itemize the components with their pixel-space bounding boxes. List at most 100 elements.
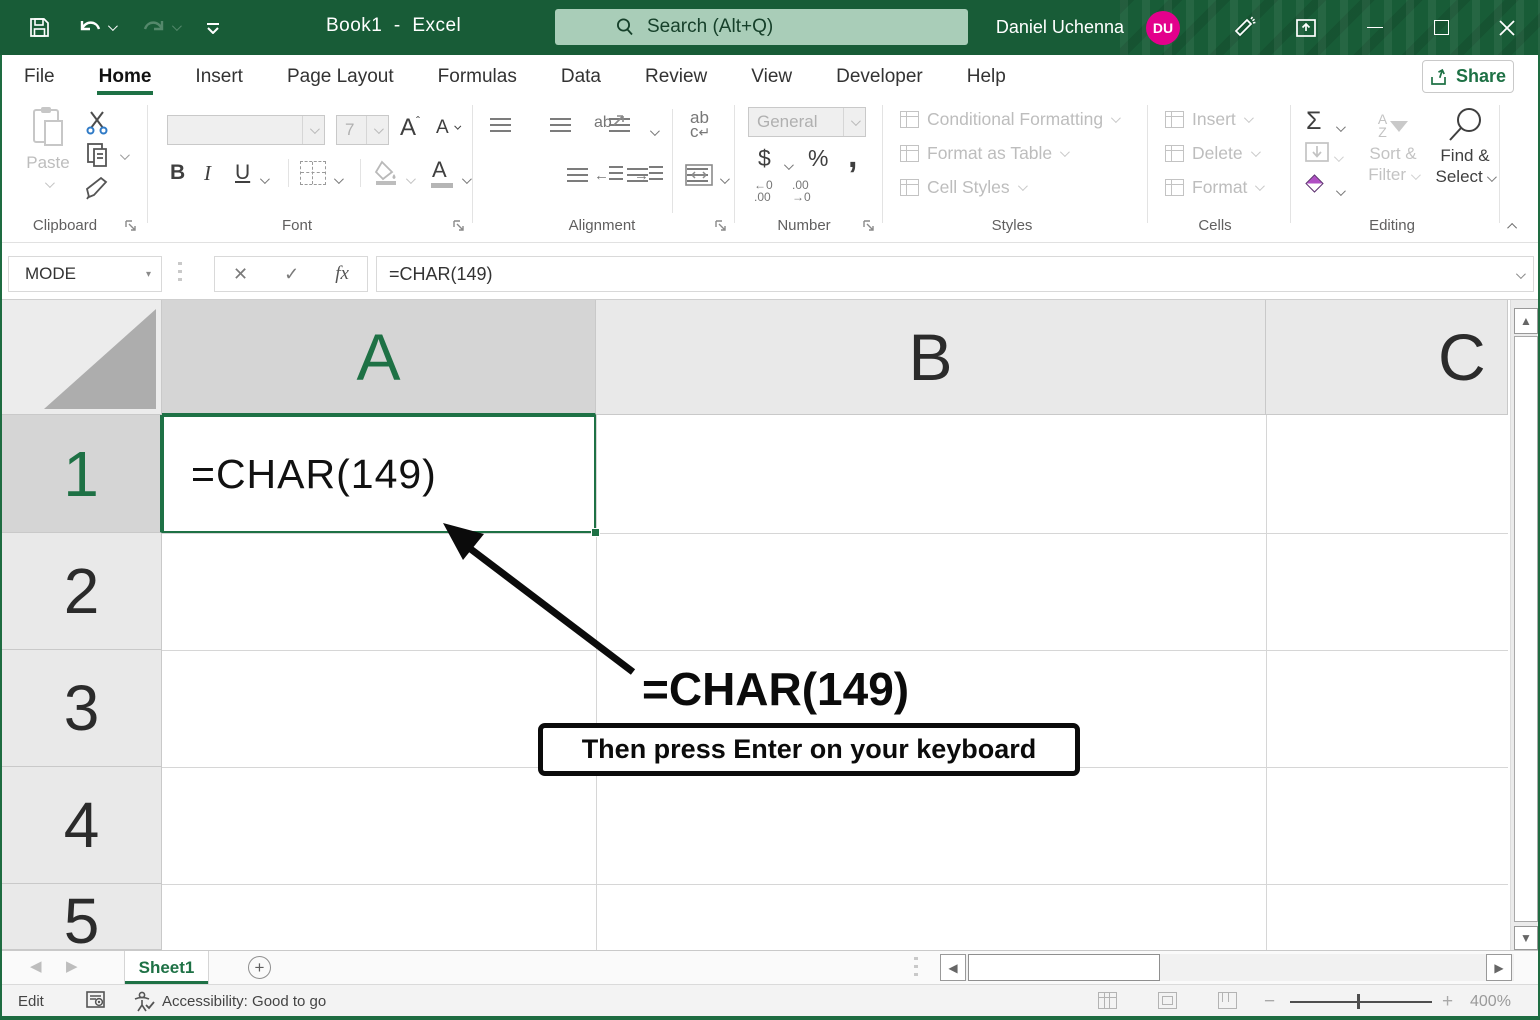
- column-header-c[interactable]: C: [1266, 300, 1508, 415]
- decrease-decimal-button[interactable]: .00→0: [792, 179, 811, 203]
- formula-bar-grip[interactable]: [178, 262, 182, 286]
- delete-cells-button[interactable]: Delete: [1165, 143, 1258, 164]
- font-color-dropdown-icon[interactable]: [462, 169, 469, 189]
- conditional-formatting-button[interactable]: Conditional Formatting: [900, 109, 1118, 130]
- font-name-input[interactable]: [167, 115, 325, 145]
- tab-scroll-grip[interactable]: [914, 957, 918, 977]
- minimize-button[interactable]: [1342, 0, 1408, 55]
- merge-center-dropdown-icon[interactable]: [720, 169, 727, 189]
- font-size-input[interactable]: 7: [336, 115, 389, 145]
- enter-formula-button[interactable]: ✓: [284, 264, 299, 285]
- row-header-4[interactable]: 4: [2, 767, 162, 884]
- normal-view-button[interactable]: [1098, 992, 1117, 1009]
- search-box[interactable]: Search (Alt+Q): [555, 9, 968, 45]
- number-dialog-launcher[interactable]: [862, 219, 875, 232]
- sheet-nav-left-icon[interactable]: ◀: [30, 957, 42, 975]
- sheet-tab-sheet1[interactable]: Sheet1: [124, 951, 209, 984]
- whats-new-button[interactable]: [1222, 0, 1266, 55]
- zoom-in-button[interactable]: +: [1442, 991, 1453, 1013]
- tab-formulas[interactable]: Formulas: [416, 57, 539, 95]
- undo-dropdown-icon[interactable]: [108, 21, 118, 31]
- grow-font-button[interactable]: Aˆ: [400, 114, 420, 142]
- avatar[interactable]: DU: [1146, 11, 1180, 45]
- close-button[interactable]: [1474, 0, 1540, 55]
- sort-filter-button[interactable]: AZ Sort & Filter: [1360, 109, 1426, 185]
- vertical-scrollbar[interactable]: ▲ ▼: [1510, 300, 1540, 950]
- align-left-button[interactable]: [567, 167, 588, 182]
- borders-button[interactable]: [300, 161, 326, 185]
- redo-button[interactable]: [141, 17, 179, 39]
- merge-center-button[interactable]: [684, 163, 714, 187]
- accessibility-status-text[interactable]: Accessibility: Good to go: [162, 993, 326, 1010]
- select-all-button[interactable]: [2, 300, 162, 415]
- font-size-dropdown-icon[interactable]: [366, 116, 388, 144]
- cancel-formula-button[interactable]: ✕: [233, 264, 248, 285]
- insert-cells-button[interactable]: Insert: [1165, 109, 1251, 130]
- active-cell-a1[interactable]: =CHAR(149): [162, 415, 596, 533]
- zoom-slider-track[interactable]: [1290, 1001, 1432, 1003]
- ribbon-display-options-button[interactable]: [1284, 0, 1328, 55]
- tab-view[interactable]: View: [729, 57, 814, 95]
- row-header-1[interactable]: 1: [2, 415, 162, 533]
- save-button[interactable]: [28, 16, 51, 39]
- name-box-dropdown-icon[interactable]: ▾: [146, 269, 151, 280]
- horizontal-scrollbar[interactable]: ◀: [940, 954, 1514, 981]
- share-button[interactable]: Share: [1422, 60, 1514, 93]
- format-as-table-button[interactable]: Format as Table: [900, 143, 1067, 164]
- user-name[interactable]: Daniel Uchenna: [996, 17, 1124, 38]
- copy-dropdown-icon[interactable]: [120, 145, 127, 165]
- wrap-text-button[interactable]: abc↵: [690, 111, 710, 139]
- align-top-button[interactable]: [490, 117, 511, 132]
- tab-data[interactable]: Data: [539, 57, 623, 95]
- decrease-indent-button[interactable]: ←: [594, 165, 623, 184]
- page-break-view-button[interactable]: [1218, 992, 1237, 1009]
- column-header-b[interactable]: B: [596, 300, 1266, 415]
- zoom-out-button[interactable]: −: [1264, 991, 1275, 1013]
- fill-handle[interactable]: [591, 528, 600, 537]
- format-painter-button[interactable]: [84, 175, 112, 201]
- align-middle-button[interactable]: [550, 117, 571, 132]
- increase-indent-button[interactable]: →: [634, 165, 663, 184]
- zoom-slider-thumb[interactable]: [1357, 994, 1360, 1009]
- fill-color-dropdown-icon[interactable]: [406, 169, 413, 189]
- collapse-ribbon-button[interactable]: [1510, 215, 1517, 235]
- autosum-button[interactable]: Σ: [1306, 107, 1321, 136]
- tab-file[interactable]: File: [2, 57, 77, 95]
- tab-review[interactable]: Review: [623, 57, 729, 95]
- number-format-dropdown-icon[interactable]: [843, 108, 865, 136]
- underline-dropdown-icon[interactable]: [260, 169, 267, 189]
- column-header-a[interactable]: A: [162, 300, 596, 415]
- number-format-select[interactable]: General: [748, 107, 866, 137]
- shrink-font-button[interactable]: A: [436, 117, 456, 139]
- formula-input[interactable]: =CHAR(149): [376, 256, 1534, 292]
- page-layout-view-button[interactable]: [1158, 992, 1177, 1009]
- comma-style-button[interactable]: ,: [848, 137, 857, 176]
- tab-help[interactable]: Help: [945, 57, 1028, 95]
- undo-button[interactable]: [77, 17, 115, 39]
- row-header-2[interactable]: 2: [2, 533, 162, 650]
- paste-dropdown-icon[interactable]: [44, 178, 54, 188]
- scroll-right-button[interactable]: ▶: [1486, 954, 1512, 981]
- insert-function-button[interactable]: fx: [335, 263, 349, 285]
- name-box[interactable]: MODE ▾: [8, 256, 162, 292]
- font-color-button[interactable]: A: [432, 157, 447, 183]
- horizontal-scroll-thumb[interactable]: [968, 954, 1160, 981]
- borders-dropdown-icon[interactable]: [334, 169, 341, 189]
- tab-developer[interactable]: Developer: [814, 57, 945, 95]
- scroll-down-button[interactable]: ▼: [1514, 926, 1538, 950]
- format-cells-button[interactable]: Format: [1165, 177, 1262, 198]
- autosum-dropdown-icon[interactable]: [1336, 117, 1343, 137]
- fill-color-button[interactable]: [372, 159, 400, 185]
- copy-button[interactable]: [84, 141, 112, 169]
- alignment-dialog-launcher[interactable]: [714, 219, 727, 232]
- increase-decimal-button[interactable]: ←0.00: [754, 179, 773, 203]
- find-select-button[interactable]: Find & Select: [1430, 105, 1500, 187]
- percent-style-button[interactable]: %: [808, 145, 828, 172]
- clipboard-dialog-launcher[interactable]: [124, 219, 137, 232]
- tab-home[interactable]: Home: [77, 57, 174, 95]
- tab-page-layout[interactable]: Page Layout: [265, 57, 416, 95]
- orientation-button[interactable]: ab: [594, 113, 626, 132]
- clear-button[interactable]: [1305, 174, 1323, 192]
- scroll-left-button[interactable]: ◀: [940, 954, 966, 981]
- accounting-dropdown-icon[interactable]: [784, 155, 791, 175]
